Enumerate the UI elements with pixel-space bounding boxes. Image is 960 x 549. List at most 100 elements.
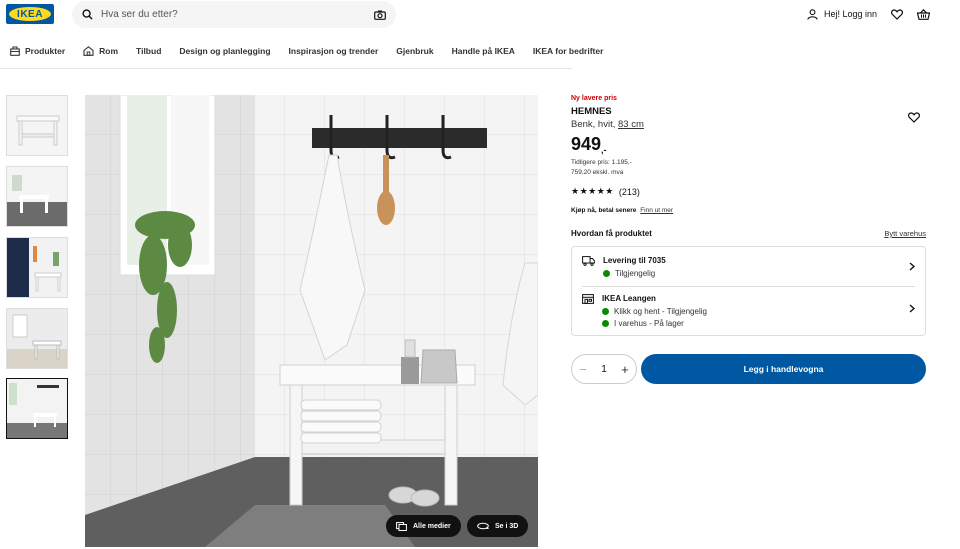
product-price: 949,- — [571, 134, 926, 155]
products-icon — [10, 46, 20, 56]
click-collect-status: Klikk og hent - Tilgjengelig — [602, 307, 901, 316]
nav-label: Gjenbruk — [396, 46, 434, 56]
product-type: Benk, hvit, — [571, 119, 618, 130]
nav-item-shopping[interactable]: Handle på IKEA — [452, 46, 515, 56]
chevron-right-icon — [909, 304, 915, 313]
all-media-label: Alle medier — [413, 522, 451, 530]
fulfilment-title: Hvordan få produktet — [571, 229, 652, 238]
in-store-text: I varehus - På lager — [614, 319, 684, 328]
thumbnail-2[interactable] — [6, 166, 68, 227]
add-to-cart-button[interactable]: Legg i handlevogna — [641, 354, 926, 384]
price-ex-vat: 759,20 ekskl. mva — [571, 169, 624, 176]
main-nav: Produkter Rom Tilbud Design og planleggi… — [10, 46, 603, 56]
pay-later-link[interactable]: Finn ut mer — [640, 207, 673, 214]
pay-later-info: Kjøp nå, betal senere Finn ut mer — [571, 207, 926, 214]
product-name: HEMNES — [571, 106, 612, 117]
store-row[interactable]: IKEA Leangen Klikk og hent - Tilgjengeli… — [582, 294, 915, 331]
thumbnail-3[interactable] — [6, 237, 68, 298]
nav-item-rooms[interactable]: Rom — [83, 46, 118, 56]
bathroom-scene-image — [85, 95, 538, 547]
camera-icon[interactable] — [374, 10, 386, 20]
search-icon — [82, 9, 93, 20]
thumbnail-4[interactable] — [6, 308, 68, 369]
increase-quantity-button[interactable]: + — [621, 362, 629, 377]
gallery-icon — [396, 521, 407, 531]
view-3d-label: Se i 3D — [495, 522, 519, 530]
login-button[interactable]: Hej! Logg inn — [807, 8, 877, 20]
price-main: 949 — [571, 134, 602, 154]
login-label: Hej! Logg inn — [823, 9, 877, 19]
room-thumbnail-image — [7, 309, 67, 368]
view-3d-button[interactable]: Se i 3D — [467, 515, 529, 537]
nav-item-products[interactable]: Produkter — [10, 46, 65, 56]
pay-later-text: Kjøp nå, betal senere — [571, 207, 637, 214]
product-main-image[interactable] — [85, 95, 538, 547]
fulfilment-divider — [582, 286, 915, 287]
nav-item-design[interactable]: Design og planlegging — [179, 46, 270, 56]
bathroom-thumbnail-image — [7, 167, 67, 226]
decrease-quantity-button[interactable]: − — [579, 362, 587, 377]
nav-label: Handle på IKEA — [451, 46, 515, 56]
logo-oval: IKEA — [9, 7, 51, 21]
review-count: (213) — [618, 186, 640, 197]
all-media-button[interactable]: Alle medier — [386, 515, 461, 537]
chevron-right-icon — [909, 262, 915, 271]
nav-item-offers[interactable]: Tilbud — [136, 46, 161, 56]
new-lower-price-badge: Ny lavere pris — [571, 95, 617, 102]
bathroom-bench-thumbnail-image — [7, 379, 67, 438]
fulfilment-header: Hvordan få produktet Bytt varehus — [571, 229, 926, 238]
search-input[interactable]: Hva ser du etter? — [101, 9, 374, 20]
bench-thumbnail-image — [16, 115, 60, 146]
product-rating[interactable]: ★★★★★ (213) — [571, 186, 926, 197]
delivery-title: Levering til 7035 — [603, 256, 666, 265]
user-icon — [807, 8, 818, 20]
delivery-status-text: Tilgjengelig — [615, 269, 656, 278]
add-to-cart-label: Legg i handlevogna — [743, 364, 824, 374]
rating-stars-icon: ★★★★★ — [571, 186, 614, 196]
quantity-value[interactable]: 1 — [601, 364, 607, 375]
in-store-status: I varehus - På lager — [602, 319, 901, 328]
delivery-row[interactable]: Levering til 7035 Tilgjengelig — [582, 256, 915, 281]
store-text: IKEA Leangen Klikk og hent - Tilgjengeli… — [602, 294, 901, 331]
header-actions: Hej! Logg inn — [807, 0, 930, 28]
price-suffix: ,- — [601, 145, 607, 155]
heart-icon[interactable] — [891, 8, 903, 20]
change-store-link[interactable]: Bytt varehus — [884, 229, 926, 238]
truck-icon — [582, 256, 595, 266]
store-icon — [582, 294, 594, 304]
home-icon — [83, 46, 94, 56]
logo-text: IKEA — [17, 8, 43, 20]
nav-label: Inspirasjon og trender — [288, 46, 379, 56]
nav-item-business[interactable]: IKEA for bedrifter — [533, 46, 604, 56]
nav-label: Produkter — [25, 46, 66, 56]
quantity-stepper[interactable]: − 1 + — [571, 354, 637, 384]
nav-divider — [0, 68, 572, 69]
delivery-status: Tilgjengelig — [603, 269, 901, 278]
ikea-logo[interactable]: IKEA — [6, 4, 54, 24]
basket-icon[interactable] — [917, 8, 930, 20]
nav-label: Design og planlegging — [179, 46, 271, 56]
available-dot-icon — [603, 270, 610, 277]
thumbnail-5-selected[interactable] — [6, 378, 68, 439]
thumbnail-1[interactable] — [6, 95, 68, 156]
available-dot-icon — [602, 320, 609, 327]
product-info: Ny lavere pris HEMNES Benk, hvit, 83 cm … — [571, 95, 926, 214]
nav-item-reuse[interactable]: Gjenbruk — [396, 46, 433, 56]
available-dot-icon — [602, 308, 609, 315]
fulfilment-box: Levering til 7035 Tilgjengelig IKEA Lean… — [571, 246, 926, 336]
rotate-3d-icon — [477, 522, 489, 530]
favourite-heart-icon[interactable] — [908, 112, 920, 123]
product-size-link[interactable]: 83 cm — [618, 119, 644, 130]
nav-label: IKEA for bedrifter — [532, 46, 604, 56]
hallway-thumbnail-image — [7, 238, 67, 297]
delivery-text: Levering til 7035 Tilgjengelig — [603, 256, 901, 281]
nav-item-inspiration[interactable]: Inspirasjon og trender — [289, 46, 379, 56]
previous-price: Tidligere pris: 1.195,- — [571, 159, 632, 166]
store-title: IKEA Leangen — [602, 294, 656, 303]
nav-label: Rom — [99, 46, 119, 56]
nav-label: Tilbud — [136, 46, 162, 56]
previous-price-info: Tidligere pris: 1.195,- 759,20 ekskl. mv… — [571, 158, 926, 178]
product-description: Benk, hvit, 83 cm — [571, 119, 926, 130]
search-bar[interactable]: Hva ser du etter? — [72, 1, 396, 28]
click-collect-text: Klikk og hent - Tilgjengelig — [614, 307, 707, 316]
